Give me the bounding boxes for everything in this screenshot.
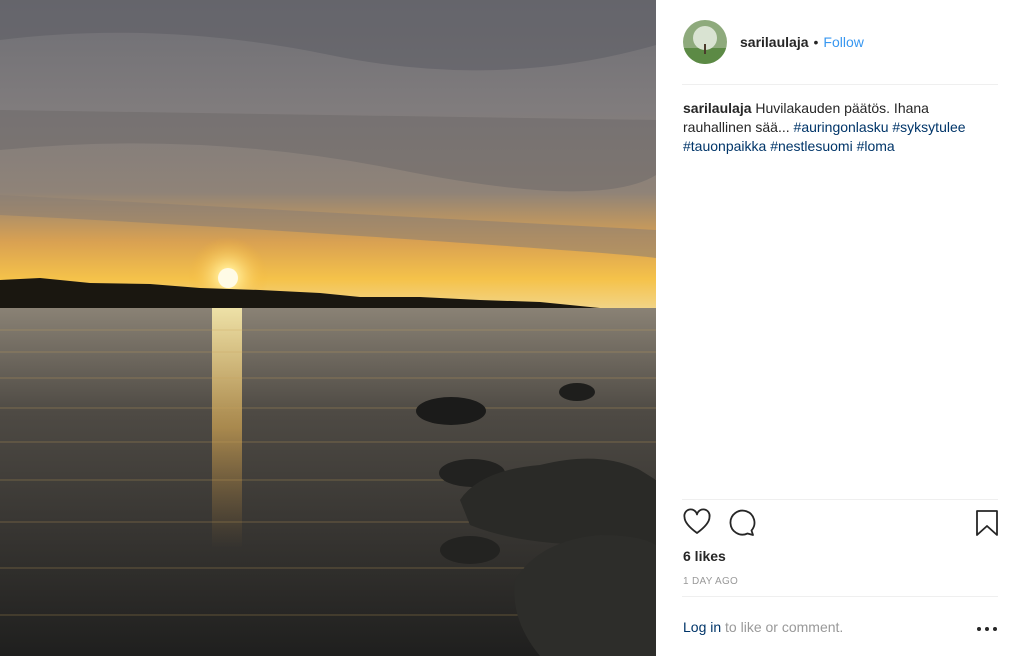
- post-header: sarilaulaja • Follow: [683, 18, 998, 66]
- hashtag-link[interactable]: #auringonlasku: [794, 119, 889, 135]
- sunset-lake-photo: [0, 0, 656, 656]
- bookmark-icon: [976, 510, 998, 536]
- more-options-icon: [977, 627, 997, 631]
- hashtag-link[interactable]: #loma: [857, 138, 895, 154]
- post-side-panel: sarilaulaja • Follow sarilaulaja Huvilak…: [656, 0, 1020, 656]
- header-divider: [682, 84, 998, 85]
- more-options-button[interactable]: [975, 619, 999, 639]
- like-button[interactable]: [682, 508, 714, 540]
- actions-divider: [682, 499, 998, 500]
- action-bar: [682, 508, 1000, 540]
- avatar[interactable]: [683, 20, 727, 64]
- post-timestamp[interactable]: 1 DAY AGO: [683, 576, 738, 587]
- heart-icon: [683, 508, 711, 534]
- separator-dot: •: [813, 34, 819, 50]
- hashtag-link[interactable]: #tauonpaikka: [683, 138, 766, 154]
- login-prompt-text: to like or comment.: [725, 619, 844, 635]
- avatar-image: [683, 20, 727, 64]
- follow-button[interactable]: Follow: [823, 34, 863, 50]
- save-button[interactable]: [972, 508, 1004, 540]
- post-caption: sarilaulaja Huvilakauden päätös. Ihana r…: [683, 99, 983, 156]
- post-photo[interactable]: [0, 0, 656, 656]
- footer-divider: [682, 596, 998, 597]
- login-link[interactable]: Log in: [683, 619, 721, 635]
- likes-count[interactable]: 6 likes: [683, 548, 726, 564]
- comment-icon: [729, 509, 756, 536]
- hashtag-link[interactable]: #syksytulee: [892, 119, 965, 135]
- login-footer: Log in to like or comment.: [683, 619, 999, 639]
- username-link[interactable]: sarilaulaja: [740, 34, 809, 50]
- comment-button[interactable]: [726, 508, 758, 540]
- caption-username-link[interactable]: sarilaulaja: [683, 100, 752, 116]
- hashtag-link[interactable]: #nestlesuomi: [770, 138, 853, 154]
